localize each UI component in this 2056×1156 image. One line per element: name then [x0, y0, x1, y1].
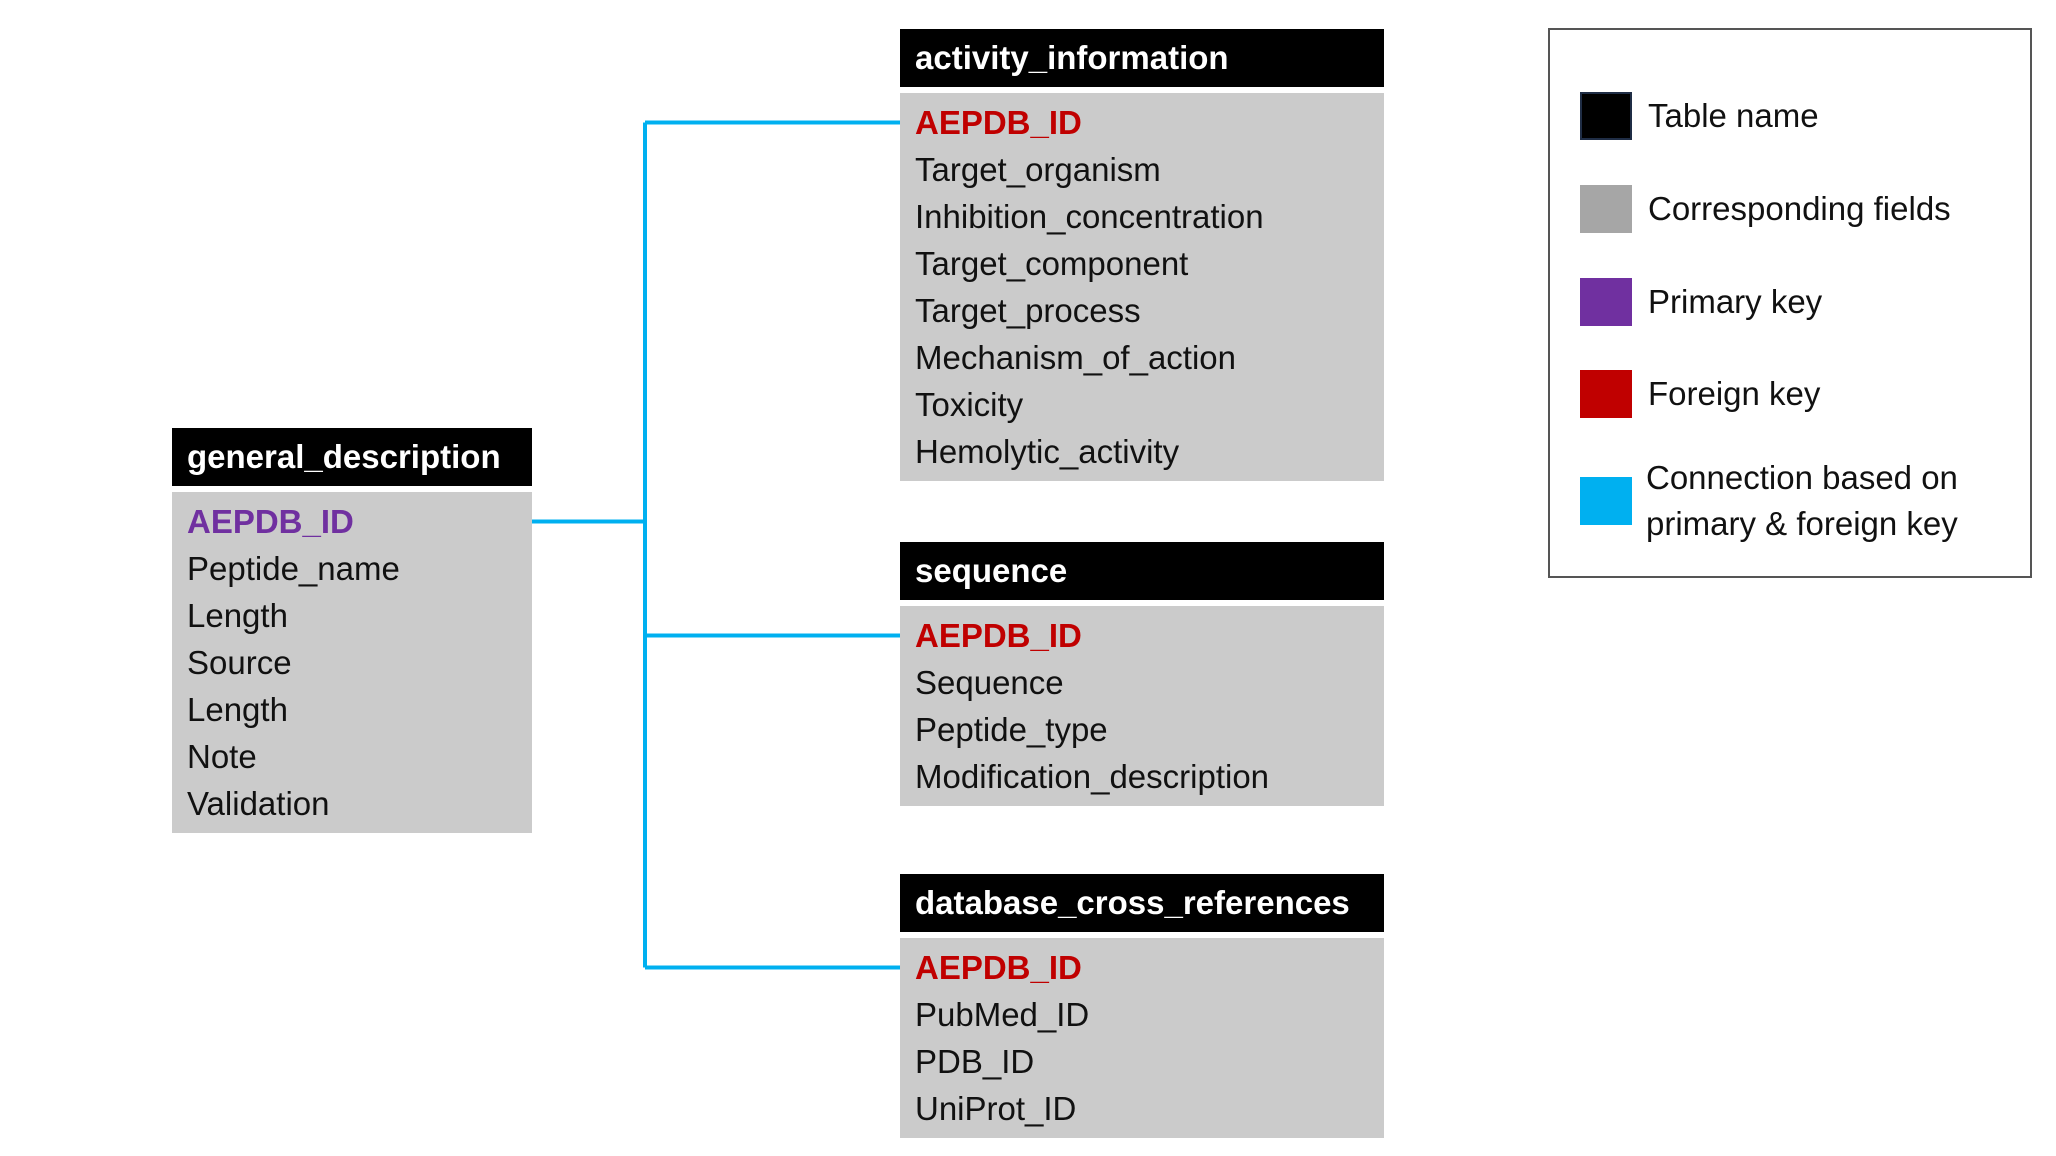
legend: Table name Corresponding fields Primary … [1548, 28, 2032, 578]
field: Target_process [915, 292, 1141, 329]
table-name: database_cross_references [900, 874, 1384, 932]
legend-item-fields: Corresponding fields [1580, 185, 1951, 233]
table-fields: AEPDB_ID Peptide_name Length Source Leng… [172, 492, 532, 833]
legend-label-line: Connection based on [1646, 459, 1958, 496]
field: Target_organism [915, 151, 1161, 188]
table-general-description: general_description AEPDB_ID Peptide_nam… [172, 428, 532, 833]
legend-label: Corresponding fields [1648, 190, 1951, 227]
table-sequence: sequence AEPDB_ID Sequence Peptide_type … [900, 542, 1384, 806]
field: Note [187, 738, 257, 775]
foreign-key-field: AEPDB_ID [915, 104, 1082, 141]
table-name: activity_information [900, 29, 1384, 87]
legend-item-foreign-key: Foreign key [1580, 370, 1820, 418]
field: UniProt_ID [915, 1090, 1077, 1127]
field: Source [187, 644, 292, 681]
field: Inhibition_concentration [915, 198, 1264, 235]
table-name-swatch [1580, 92, 1632, 140]
field: PubMed_ID [915, 996, 1090, 1033]
table-name: general_description [172, 428, 532, 486]
field: Modification_description [915, 758, 1270, 795]
field: Peptide_name [187, 550, 400, 587]
field: PDB_ID [915, 1043, 1035, 1080]
foreign-key-field: AEPDB_ID [915, 949, 1082, 986]
legend-label-line: primary & foreign key [1646, 505, 1958, 542]
foreign-key-swatch [1580, 370, 1632, 418]
field: Toxicity [915, 386, 1024, 423]
primary-key-field: AEPDB_ID [187, 503, 354, 540]
table-fields: AEPDB_ID PubMed_ID PDB_ID UniProt_ID [900, 938, 1384, 1138]
foreign-key-field: AEPDB_ID [915, 617, 1082, 654]
field: Length [187, 597, 288, 634]
field: Target_component [915, 245, 1189, 282]
table-fields: AEPDB_ID Sequence Peptide_type Modificat… [900, 606, 1384, 806]
legend-label: Table name [1648, 97, 1819, 134]
field: Validation [187, 785, 330, 822]
table-activity-information: activity_information AEPDB_ID Target_org… [900, 29, 1384, 481]
legend-item-connection: Connection based on primary & foreign ke… [1580, 455, 1958, 547]
field: Hemolytic_activity [915, 433, 1180, 470]
table-fields: AEPDB_ID Target_organism Inhibition_conc… [900, 93, 1384, 481]
legend-label: Foreign key [1648, 375, 1821, 412]
legend-item-primary-key: Primary key [1580, 278, 1822, 326]
fields-swatch [1580, 185, 1632, 233]
field: Length [187, 691, 288, 728]
field: Mechanism_of_action [915, 339, 1237, 376]
field: Peptide_type [915, 711, 1108, 748]
legend-label: Connection based on primary & foreign ke… [1646, 455, 1958, 547]
primary-key-swatch [1580, 278, 1632, 326]
connection-swatch [1580, 477, 1632, 525]
table-database-cross-references: database_cross_references AEPDB_ID PubMe… [900, 874, 1384, 1138]
field: Sequence [915, 664, 1064, 701]
table-name: sequence [900, 542, 1384, 600]
legend-label: Primary key [1648, 283, 1823, 320]
legend-item-table-name: Table name [1580, 92, 1819, 140]
